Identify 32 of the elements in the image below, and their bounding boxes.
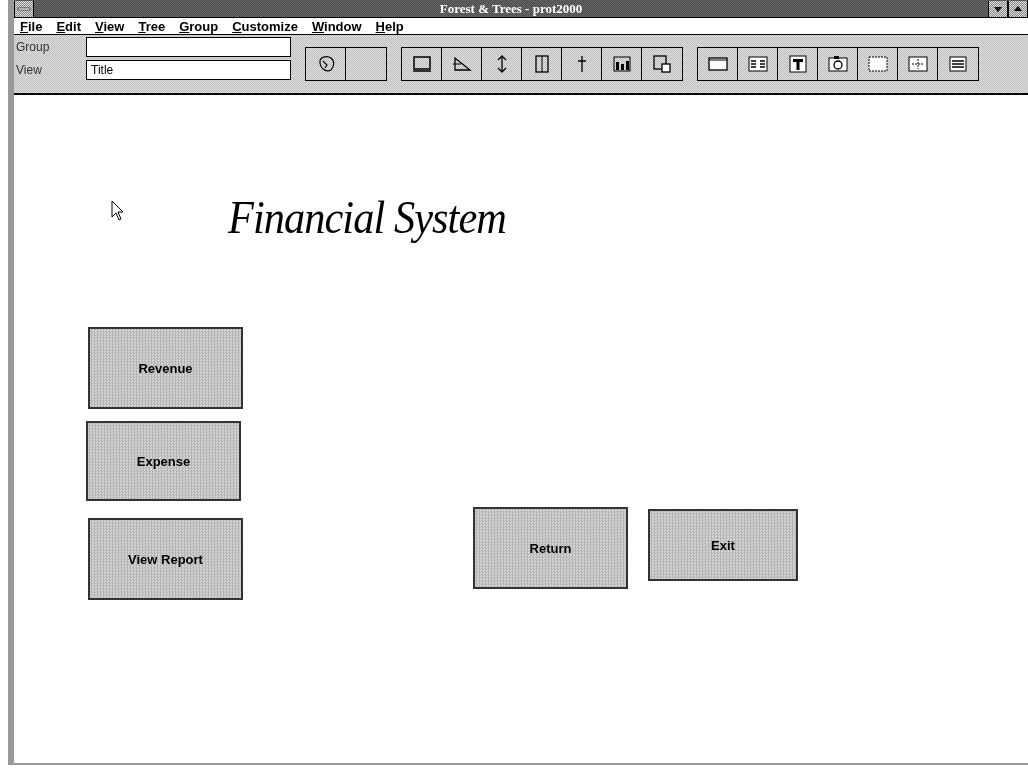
form-button[interactable]: Expense [86,421,241,501]
field-label: View [15,63,43,77]
pointer-icon [111,200,125,222]
menu-item[interactable]: Tree [138,18,166,34]
bar-chart-icon [610,53,633,75]
minimize-icon[interactable] [988,0,1008,17]
input-field[interactable] [86,37,291,57]
form-heading: Financial System [228,191,506,244]
monitor-icon [410,53,433,75]
form-button[interactable]: Revenue [88,327,243,409]
maximize-icon[interactable] [1008,0,1028,17]
crosshair-icon [906,53,929,75]
window-title: Forest & Trees - prot2000 [438,0,584,17]
menu-item[interactable]: View [95,18,125,34]
form-button[interactable]: View Report [88,518,243,600]
menu-item[interactable]: Window [311,18,362,34]
menu-item[interactable]: Customize [232,18,298,34]
list-icon [746,53,769,75]
menu-item[interactable]: Edit [56,18,81,34]
system-menu-icon[interactable] [14,0,34,17]
field-label: Group [15,40,51,54]
text-tool-icon [786,53,809,75]
rectangle-icon [866,53,889,75]
document-icon [947,53,969,75]
form-button[interactable]: Return [473,507,628,589]
pages-icon [651,53,673,75]
menu-item[interactable]: File [20,18,43,34]
menu-item[interactable]: Group [179,18,219,34]
camera-icon [826,53,849,75]
menu-item[interactable]: Help [375,18,404,34]
form-button[interactable]: Exit [648,509,798,581]
input-field[interactable]: Title [86,60,291,80]
